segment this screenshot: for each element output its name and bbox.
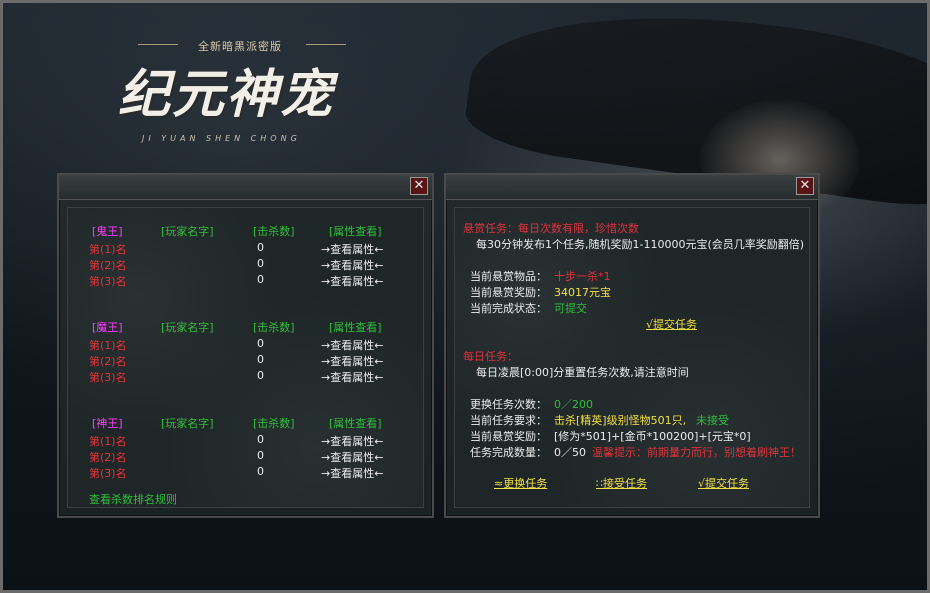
column-header: [击杀数] xyxy=(253,225,295,238)
rank-label: 第(1)名 xyxy=(89,435,127,448)
column-header: [击杀数] xyxy=(253,321,295,334)
view-attributes-link[interactable]: →查看属性← xyxy=(321,273,383,289)
close-icon[interactable]: ✕ xyxy=(796,177,814,195)
submit-bounty-button[interactable]: √提交任务 xyxy=(646,316,697,332)
column-header: [玩家名字] xyxy=(161,417,214,430)
kill-count: 0 xyxy=(257,241,264,254)
rank-label: 第(2)名 xyxy=(89,259,127,272)
kill-count: 0 xyxy=(257,353,264,366)
column-header: [玩家名字] xyxy=(161,321,214,334)
view-attributes-link[interactable]: →查看属性← xyxy=(321,337,383,353)
requirement-label: 当前任务要求： xyxy=(470,414,547,427)
accept-task-button[interactable]: ∷接受任务 xyxy=(596,475,647,491)
task-panel: ✕ 悬赏任务：每日次数有限，珍惜次数 每30分钟发布1个任务,随机奖励1-110… xyxy=(444,173,820,518)
rank-label: 第(1)名 xyxy=(89,339,127,352)
view-attributes-link[interactable]: →查看属性← xyxy=(321,465,383,481)
view-attributes-link[interactable]: →查看属性← xyxy=(321,241,383,257)
rank-label: 第(1)名 xyxy=(89,243,127,256)
current-status-value: 可提交 xyxy=(554,302,587,315)
change-task-button[interactable]: ≈更换任务 xyxy=(494,475,547,491)
kill-count: 0 xyxy=(257,433,264,446)
rank-label: 第(2)名 xyxy=(89,355,127,368)
view-attributes-link[interactable]: →查看属性← xyxy=(321,353,383,369)
view-attributes-link[interactable]: →查看属性← xyxy=(321,449,383,465)
game-logo: 全新暗黑派密版 纪元神宠 JI YUAN SHEN CHONG xyxy=(118,36,348,156)
rank-label: 第(3)名 xyxy=(89,467,127,480)
logo-divider-left xyxy=(138,44,178,45)
current-item-value: 十步一杀*1 xyxy=(554,270,611,283)
group-title: [魔王] xyxy=(92,321,123,334)
view-attributes-link[interactable]: →查看属性← xyxy=(321,257,383,273)
view-attributes-link[interactable]: →查看属性← xyxy=(321,369,383,385)
rank-label: 第(2)名 xyxy=(89,451,127,464)
current-status-label: 当前完成状态： xyxy=(470,302,547,315)
group-title: [神王] xyxy=(92,417,123,430)
view-attributes-link[interactable]: →查看属性← xyxy=(321,433,383,449)
current-reward-value: 34017元宝 xyxy=(554,286,611,299)
daily-reward-label: 当前悬赏奖励： xyxy=(470,430,547,443)
kill-count: 0 xyxy=(257,449,264,462)
kill-count: 0 xyxy=(257,257,264,270)
rank-label: 第(3)名 xyxy=(89,275,127,288)
complete-count-label: 任务完成数量： xyxy=(470,446,547,459)
bounty-description: 每30分钟发布1个任务,随机奖励1-110000元宝(会员几率奖励翻倍) xyxy=(476,238,805,251)
tip-text: 温馨提示：前期量力而行，别想着刷神王！ xyxy=(592,446,801,459)
daily-reward-value: [修为*501]+[金币*100200]+[元宝*0] xyxy=(554,430,751,443)
refresh-count-value: 0／200 xyxy=(554,398,593,411)
panel-header xyxy=(59,175,432,200)
kill-count: 0 xyxy=(257,369,264,382)
kill-count: 0 xyxy=(257,273,264,286)
close-icon[interactable]: ✕ xyxy=(410,177,428,195)
column-header: [属性查看] xyxy=(329,417,382,430)
submit-task-button[interactable]: √提交任务 xyxy=(698,475,749,491)
logo-pinyin: JI YUAN SHEN CHONG xyxy=(142,134,301,143)
kill-count: 0 xyxy=(257,465,264,478)
requirement-value: 击杀[精英]级别怪物501只, xyxy=(554,414,687,427)
daily-description: 每日凌晨[0:00]分重置任务次数,请注意时间 xyxy=(476,366,689,379)
column-header: [击杀数] xyxy=(253,417,295,430)
bounty-header: 悬赏任务：每日次数有限，珍惜次数 xyxy=(463,222,639,235)
current-reward-label: 当前悬赏奖励： xyxy=(470,286,547,299)
rank-label: 第(3)名 xyxy=(89,371,127,384)
rules-link[interactable]: 查看杀数排名规则 xyxy=(89,491,177,507)
logo-divider-right xyxy=(306,44,346,45)
logo-title: 纪元神宠 xyxy=(118,64,335,125)
panel-header xyxy=(446,175,818,200)
column-header: [属性查看] xyxy=(329,225,382,238)
kill-count: 0 xyxy=(257,337,264,350)
kill-ranking-panel: ✕ [鬼王] [玩家名字] [击杀数] [属性查看] 第(1)名 0 →查看属性← 第(2)名… xyxy=(57,173,434,518)
group-title: [鬼王] xyxy=(92,225,123,238)
requirement-status: 未接受 xyxy=(696,414,729,427)
column-header: [属性查看] xyxy=(329,321,382,334)
current-item-label: 当前悬赏物品： xyxy=(470,270,547,283)
refresh-count-label: 更换任务次数： xyxy=(470,398,547,411)
daily-header: 每日任务： xyxy=(463,350,518,363)
complete-count-value: 0／50 xyxy=(554,446,586,459)
column-header: [玩家名字] xyxy=(161,225,214,238)
